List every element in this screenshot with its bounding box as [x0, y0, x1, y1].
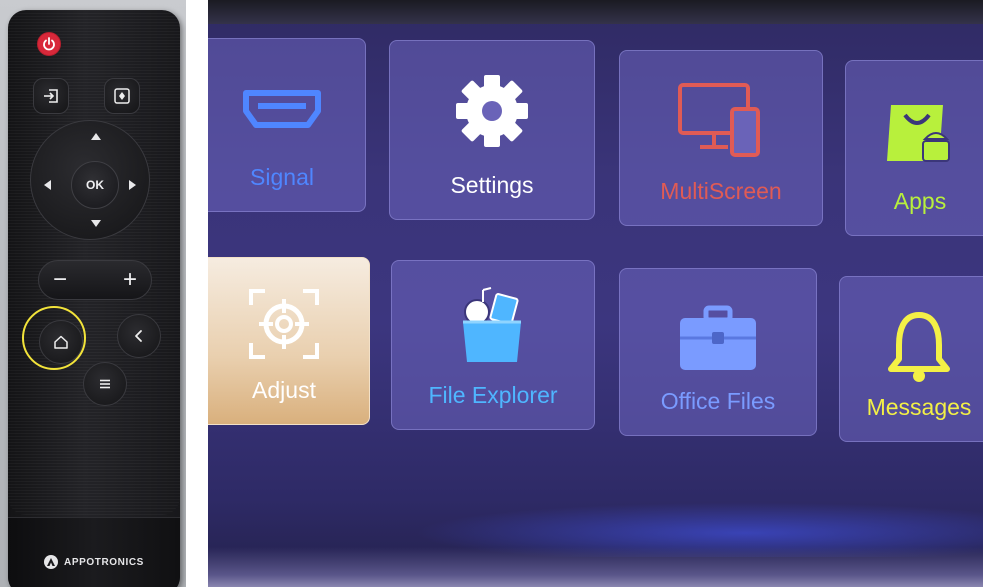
back-icon: [135, 330, 142, 342]
arrow-down-icon[interactable]: [91, 220, 101, 227]
tile-adjust[interactable]: Adjust: [208, 257, 370, 425]
input-source-icon: [44, 89, 58, 103]
power-icon: [43, 37, 55, 51]
projector-screen: Signal Settings MultiScreen Apps Adjust …: [208, 0, 983, 587]
dpad[interactable]: OK: [30, 120, 150, 240]
brand: APPOTRONICS: [8, 555, 180, 569]
target-icon: [249, 289, 319, 359]
menu-button[interactable]: [83, 362, 127, 406]
menu-icon: [100, 379, 110, 389]
volume-up-button[interactable]: +: [123, 267, 137, 293]
arrow-up-icon[interactable]: [91, 133, 101, 140]
gear-icon: [456, 75, 528, 147]
back-button[interactable]: [117, 314, 161, 358]
tile-label: Adjust: [252, 377, 316, 403]
tile-office-files[interactable]: Office Files: [619, 268, 817, 436]
volume-rocker[interactable]: − +: [38, 260, 152, 300]
home-button-highlight: [22, 306, 86, 370]
focus-button[interactable]: [104, 78, 140, 114]
briefcase-icon: [680, 305, 756, 370]
remote-control: OK − + APPOTRONICS: [8, 10, 180, 587]
tile-settings[interactable]: Settings: [389, 40, 595, 220]
volume-down-button[interactable]: −: [53, 267, 67, 293]
ok-button[interactable]: OK: [71, 161, 119, 209]
tile-label: Office Files: [660, 388, 776, 414]
brand-logo-icon: [44, 555, 59, 569]
arrow-left-icon[interactable]: [44, 180, 51, 190]
input-source-button[interactable]: [33, 78, 69, 114]
tile-label: File Explorer: [428, 382, 558, 408]
bell-icon: [888, 312, 950, 382]
brand-name: APPOTRONICS: [64, 556, 144, 568]
tile-label: Apps: [893, 188, 947, 214]
multiscreen-icon: [678, 83, 760, 157]
focus-icon: [114, 88, 130, 104]
folder-icon: [463, 287, 521, 362]
android-bag-icon: [887, 105, 950, 162]
tile-label: Signal: [250, 164, 314, 190]
tile-multiscreen[interactable]: MultiScreen: [619, 50, 823, 226]
tile-label: MultiScreen: [660, 178, 782, 204]
power-button[interactable]: [37, 32, 61, 56]
tile-signal[interactable]: Signal: [208, 38, 366, 212]
remote-photo: OK − + APPOTRONICS: [0, 0, 186, 587]
arrow-right-icon[interactable]: [129, 180, 136, 190]
tile-label: Messages: [866, 394, 972, 420]
hdmi-icon: [243, 90, 321, 128]
tile-apps[interactable]: Apps: [845, 60, 983, 236]
tile-label: Settings: [450, 172, 534, 198]
tile-file-explorer[interactable]: File Explorer: [391, 260, 595, 430]
tile-messages[interactable]: Messages: [839, 276, 983, 442]
